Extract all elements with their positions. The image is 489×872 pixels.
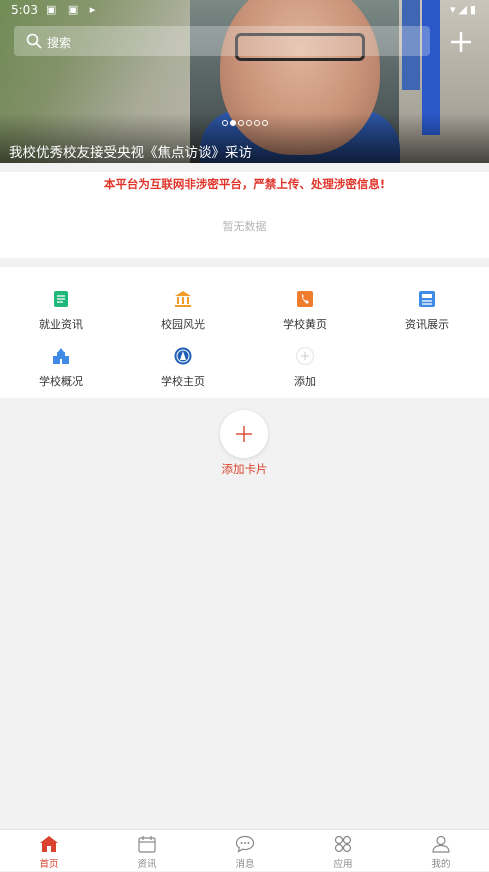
search-icon [26, 33, 42, 49]
grid-item-label: 添加 [294, 375, 316, 388]
nav-label: 我的 [431, 859, 451, 870]
carousel-indicator [222, 120, 268, 128]
carousel-dot[interactable] [246, 120, 252, 126]
search-placeholder: 搜索 [47, 36, 72, 50]
chat-icon [235, 835, 255, 853]
nav-item-messages[interactable]: 消息 [196, 830, 294, 872]
carousel-dot[interactable] [262, 120, 268, 126]
calendar-icon [138, 836, 156, 853]
status-time: 5:03 [11, 3, 38, 17]
grid-item-label: 学校概况 [39, 375, 83, 388]
phone-book-icon [297, 291, 313, 307]
apps-icon [334, 835, 352, 853]
nav-label: 首页 [39, 859, 59, 870]
news-icon [419, 291, 435, 307]
grid-item-label: 校园风光 [161, 318, 205, 331]
add-card-label[interactable]: 添加卡片 [0, 461, 489, 477]
security-warning: 本平台为互联网非涉密平台，严禁上传、处理涉密信息! [103, 177, 386, 191]
system-icons: ▾◢▮ [449, 3, 479, 16]
banner-carousel[interactable] [0, 0, 489, 163]
grid-item-add[interactable]: 添加 [244, 347, 366, 397]
grid-item-school-overview[interactable]: 学校概况 [0, 347, 122, 397]
user-icon [432, 835, 450, 853]
nav-label: 应用 [333, 859, 353, 870]
plus-icon [236, 426, 252, 442]
home-icon [40, 836, 58, 852]
grid-item-campus-scenery[interactable]: 校园风光 [122, 290, 244, 340]
add-card-button[interactable] [220, 410, 268, 458]
banner-caption[interactable]: 我校优秀校友接受央视《焦点访谈》采访 [9, 141, 252, 161]
add-icon [296, 347, 314, 365]
search-bar[interactable]: 搜索 [14, 26, 430, 56]
school-building-icon [53, 348, 69, 364]
nav-item-apps[interactable]: 应用 [294, 830, 392, 872]
grid-item-label: 学校主页 [161, 375, 205, 388]
nav-item-news[interactable]: 资讯 [98, 830, 196, 872]
status-bar: 5:03 ▣ ▣ ▸ ▾◢▮ [0, 0, 489, 22]
notification-icons: ▣ ▣ ▸ [46, 3, 100, 16]
grid-item-label: 学校黄页 [283, 318, 327, 331]
institution-icon [175, 291, 191, 307]
nav-label: 资讯 [137, 859, 157, 870]
bottom-navigation: 首页 资讯 消息 应用 我的 [0, 829, 489, 871]
grid-item-employment-news[interactable]: 就业资讯 [0, 290, 122, 340]
empty-state: 暂无数据 [222, 220, 267, 233]
add-icon[interactable] [446, 27, 476, 57]
notice-card: 本平台为互联网非涉密平台，严禁上传、处理涉密信息! 暂无数据 [0, 172, 489, 258]
carousel-dot[interactable] [230, 120, 236, 126]
nav-item-home[interactable]: 首页 [0, 830, 98, 872]
carousel-dot[interactable] [254, 120, 260, 126]
carousel-dot[interactable] [222, 120, 228, 126]
grid-item-news-display[interactable]: 资讯展示 [366, 290, 488, 340]
app-grid: 就业资讯 校园风光 学校黄页 资讯展示 学校概况 学校主页 添加 [0, 267, 489, 398]
grid-item-school-homepage[interactable]: 学校主页 [122, 347, 244, 397]
carousel-dot[interactable] [238, 120, 244, 126]
document-icon [54, 291, 68, 307]
grid-item-label: 就业资讯 [39, 318, 83, 331]
nav-item-me[interactable]: 我的 [392, 830, 489, 872]
school-emblem-icon [174, 347, 192, 365]
nav-label: 消息 [235, 859, 255, 870]
grid-item-yellow-pages[interactable]: 学校黄页 [244, 290, 366, 340]
grid-item-label: 资讯展示 [405, 318, 449, 331]
